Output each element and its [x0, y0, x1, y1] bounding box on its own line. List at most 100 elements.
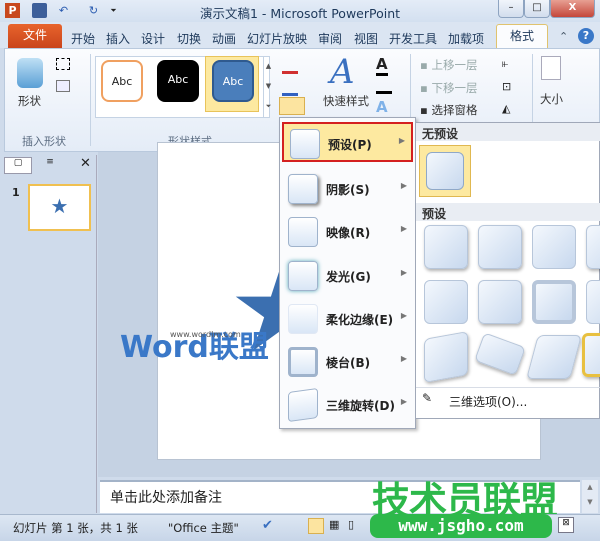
- menu-item-bevel[interactable]: 棱台(B) ▶: [282, 342, 413, 382]
- preset-option-2[interactable]: [478, 225, 522, 269]
- menu-item-label: 棱台(B): [326, 356, 371, 370]
- tab-addins[interactable]: 加载项: [448, 30, 484, 47]
- tab-outline[interactable]: ≡: [36, 157, 64, 174]
- normal-view-icon[interactable]: [308, 518, 324, 534]
- maximize-button[interactable]: □: [524, 0, 550, 18]
- no-preset-tile: [426, 152, 464, 190]
- 3d-rotation-icon: [288, 387, 318, 423]
- fit-to-window-icon[interactable]: ⊠: [558, 517, 574, 533]
- tab-slideshow[interactable]: 幻灯片放映: [247, 30, 307, 47]
- preset-option-6[interactable]: [478, 280, 522, 324]
- bring-forward-label: 上移一层: [431, 58, 478, 72]
- slide-sorter-icon[interactable]: ▦: [329, 518, 339, 531]
- shape-effects-menu: 预设(P) ▶ 阴影(S) ▶ 映像(R) ▶ 发光(G) ▶ 柔化边缘(E) ▶ 棱台(…: [279, 117, 416, 429]
- close-button[interactable]: X: [550, 0, 595, 18]
- shapes-button[interactable]: 形状: [18, 93, 41, 109]
- 3d-options-icon: ✎: [422, 391, 433, 405]
- shape-effects-button[interactable]: [279, 97, 305, 115]
- bring-forward-button[interactable]: ▪ 上移一层: [420, 57, 477, 73]
- shape-fill-icon[interactable]: [282, 58, 298, 74]
- size-icon[interactable]: [541, 56, 561, 80]
- tab-animations[interactable]: 动画: [212, 30, 236, 47]
- send-backward-button[interactable]: ▪ 下移一层: [420, 80, 477, 96]
- preset-option-8[interactable]: [586, 280, 600, 324]
- notes-scrollbar[interactable]: ▲ ▼: [582, 480, 598, 513]
- text-fill-icon[interactable]: A: [376, 55, 388, 76]
- size-button[interactable]: 大小: [540, 91, 563, 107]
- send-backward-label: 下移一层: [431, 81, 478, 95]
- quick-styles-icon[interactable]: A: [330, 52, 355, 92]
- menu-item-shadow[interactable]: 阴影(S) ▶: [282, 169, 413, 209]
- no-preset-header: 无预设: [416, 123, 600, 141]
- close-pane-icon[interactable]: ✕: [80, 156, 91, 171]
- shape-style-blue[interactable]: Abc: [212, 60, 254, 102]
- menu-item-preset[interactable]: 预设(P) ▶: [282, 122, 413, 162]
- edit-shape-icon[interactable]: [56, 58, 70, 70]
- theme-name[interactable]: "Office 主题": [168, 520, 239, 536]
- shape-style-orange-outline[interactable]: Abc: [101, 60, 143, 102]
- submenu-arrow-icon: ▶: [398, 136, 405, 145]
- text-effects-icon[interactable]: A: [376, 98, 388, 116]
- group-icon[interactable]: ⊡: [502, 80, 511, 93]
- tab-file[interactable]: 文件: [8, 24, 62, 48]
- minimize-button[interactable]: –: [498, 0, 524, 18]
- wordlm-watermark: Word联盟: [120, 322, 269, 366]
- align-icon[interactable]: ⫦: [502, 57, 508, 71]
- tab-design[interactable]: 设计: [141, 30, 165, 47]
- text-outline-icon[interactable]: [376, 80, 392, 94]
- menu-item-label: 三维旋转(D): [326, 399, 395, 413]
- preset-option-5[interactable]: [424, 280, 468, 324]
- preset-option-9[interactable]: [424, 331, 468, 383]
- menu-item-label: 预设(P): [328, 138, 372, 152]
- preset-submenu: 无预设 预设 ✎ 三维选项(O)...: [415, 122, 600, 419]
- submenu-arrow-icon: ▶: [400, 311, 407, 320]
- selection-pane-button[interactable]: ▪ 选择窗格: [420, 102, 477, 118]
- spell-check-icon[interactable]: ✔: [262, 518, 273, 533]
- preset-option-12[interactable]: [582, 333, 600, 377]
- reading-view-icon[interactable]: ▯: [348, 518, 354, 531]
- preset-option-10[interactable]: [474, 332, 526, 376]
- jsgho-url-watermark: www.jsgho.com: [370, 514, 552, 538]
- no-preset-option[interactable]: [419, 145, 471, 197]
- submenu-arrow-icon: ▶: [400, 268, 407, 277]
- tab-slides[interactable]: ▢: [4, 157, 32, 174]
- submenu-arrow-icon: ▶: [400, 397, 407, 406]
- preset-option-4[interactable]: [586, 225, 600, 269]
- tab-transitions[interactable]: 切换: [177, 30, 201, 47]
- tab-insert[interactable]: 插入: [106, 30, 130, 47]
- text-box-icon[interactable]: [56, 80, 70, 92]
- divider: [532, 54, 533, 124]
- shape-outline-icon[interactable]: [282, 80, 298, 96]
- tab-format[interactable]: 格式: [496, 24, 548, 49]
- slide-thumbnail[interactable]: ★: [28, 184, 91, 231]
- tab-home[interactable]: 开始: [71, 30, 95, 47]
- submenu-arrow-icon: ▶: [400, 181, 407, 190]
- menu-item-reflection[interactable]: 映像(R) ▶: [282, 212, 413, 252]
- shapes-icon[interactable]: [17, 58, 43, 88]
- preset-option-7[interactable]: [532, 280, 576, 324]
- gallery-scroll[interactable]: ▲ ▼ ⏷: [263, 56, 273, 118]
- preset-header: 预设: [416, 203, 600, 221]
- slide-info: 幻灯片 第 1 张，共 1 张: [13, 521, 138, 535]
- glow-icon: [288, 261, 318, 291]
- menu-item-label: 阴影(S): [326, 183, 370, 197]
- star-icon: ★: [50, 194, 69, 218]
- tab-review[interactable]: 审阅: [318, 30, 342, 47]
- preset-option-1[interactable]: [424, 225, 468, 269]
- menu-item-soft-edges[interactable]: 柔化边缘(E) ▶: [282, 299, 413, 339]
- menu-item-3d-rotation[interactable]: 三维旋转(D) ▶: [282, 385, 413, 425]
- preset-option-3[interactable]: [532, 225, 576, 269]
- 3d-options-link[interactable]: 三维选项(O)...: [449, 393, 527, 410]
- preset-option-11[interactable]: [526, 335, 582, 379]
- shape-style-black[interactable]: Abc: [157, 60, 199, 102]
- wordlm-url: www.wordlm.com: [170, 330, 241, 339]
- submenu-arrow-icon: ▶: [400, 354, 407, 363]
- tab-view[interactable]: 视图: [354, 30, 378, 47]
- menu-item-glow[interactable]: 发光(G) ▶: [282, 256, 413, 296]
- minimize-ribbon-icon[interactable]: ⌃: [559, 30, 568, 43]
- help-icon[interactable]: ?: [578, 28, 594, 44]
- tab-developer[interactable]: 开发工具: [389, 30, 437, 47]
- rotate-icon[interactable]: ◭: [502, 102, 510, 115]
- soft-edges-icon: [288, 304, 318, 334]
- quick-styles-button[interactable]: 快速样式: [323, 93, 369, 109]
